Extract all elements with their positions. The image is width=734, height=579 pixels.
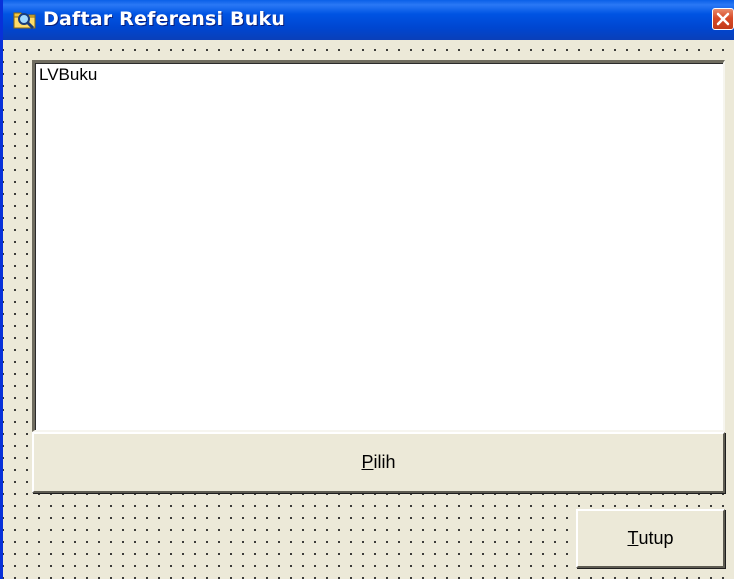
title-bar[interactable]: Daftar Referensi Buku (3, 0, 734, 40)
window-title: Daftar Referensi Buku (43, 8, 286, 30)
pilih-accelerator: P (361, 452, 374, 472)
book-listview[interactable]: LVBuku (32, 60, 725, 432)
tutup-button[interactable]: Tutup (576, 509, 725, 568)
folder-search-icon (13, 8, 37, 30)
tutup-label: utup (638, 528, 674, 548)
listview-caption: LVBuku (39, 65, 98, 84)
pilih-button[interactable]: Pilih (32, 432, 725, 493)
tutup-accelerator: T (627, 528, 639, 548)
form-design-surface: LVBuku Pilih Tutup (3, 40, 734, 579)
close-button[interactable] (712, 8, 734, 30)
pilih-label: ilih (373, 452, 396, 472)
dialog-window: Daftar Referensi Buku LVBuku Pilih Tutup (0, 0, 734, 579)
